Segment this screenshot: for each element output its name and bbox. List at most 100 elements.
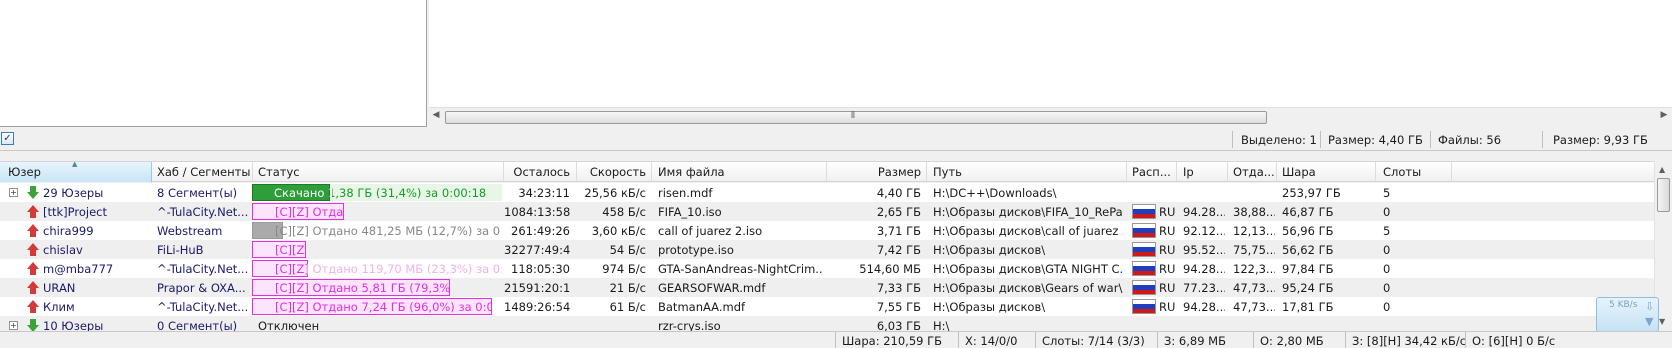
- given: 12,13...: [1233, 224, 1275, 238]
- table-row[interactable]: [ttk]Project ^-TulaCity.Net... [C][Z] От…: [0, 202, 1654, 221]
- scrollbar-thumb[interactable]: ⦀: [445, 111, 1267, 124]
- remaining: 1084:13:58: [504, 205, 570, 219]
- scroll-down-icon[interactable]: ▼: [1659, 317, 1665, 326]
- col-size[interactable]: Размер: [827, 165, 921, 179]
- status-progress: [C][Z]: [252, 241, 502, 258]
- size: 3,71 ГБ: [876, 224, 921, 238]
- col-region[interactable]: Расп...: [1132, 165, 1171, 179]
- hub-name: Prapor & OXA...: [157, 281, 246, 295]
- share: 46,87 ГБ: [1282, 205, 1334, 219]
- hub-name: ^-TulaCity.Net...: [157, 262, 249, 276]
- download-arrow-icon: [27, 319, 39, 331]
- hub-name: FiLi-HuB: [157, 243, 204, 257]
- status-text-on-bar: Скачано 1,38 ГБ (31,4%) за 0:00:18: [274, 186, 332, 200]
- table-row[interactable]: chira999 Webstream [C][Z] Отдано 481,25 …: [0, 221, 1654, 240]
- hub-name: Webstream: [157, 224, 223, 238]
- expand-icon[interactable]: +: [9, 321, 18, 330]
- ip: 94.28...: [1183, 205, 1225, 219]
- path: H:\Образы дисков\: [933, 243, 1046, 257]
- download-arrow-icon: [27, 186, 39, 199]
- scroll-up-icon[interactable]: ▲: [1659, 165, 1665, 174]
- share: 253,97 ГБ: [1282, 186, 1341, 200]
- user-name: 29 Юзеры: [43, 186, 104, 200]
- filename: FIFA_10.iso: [658, 205, 722, 219]
- share: 56,96 ГБ: [1282, 224, 1334, 238]
- slots: 0: [1383, 205, 1391, 219]
- share: 56,62 ГБ: [1282, 243, 1334, 257]
- chevron-down-icon[interactable]: ▼: [1645, 315, 1653, 328]
- remaining: 32277:49:42: [504, 243, 570, 257]
- vscroll-thumb[interactable]: [1657, 178, 1670, 212]
- file-count: Файлы: 56: [1438, 133, 1502, 147]
- share: 97,84 ГБ: [1282, 262, 1334, 276]
- share: 95,24 ГБ: [1282, 281, 1334, 295]
- given: 122,3...: [1233, 262, 1275, 276]
- download-speed: З: [8][Н] 34,42 кБ/с: [1352, 334, 1467, 348]
- region: RU: [1159, 281, 1176, 295]
- transfer-list[interactable]: + 29 Юзеры 8 Сегмент(ы) Скачано 1,38 ГБ …: [0, 183, 1654, 331]
- status-text-faded: [C][Z] Отдано 119,70 МБ (23,3%) за 0:03:…: [307, 262, 502, 276]
- speed-limit-label: 5 KB/s: [1609, 300, 1638, 310]
- col-remaining[interactable]: Осталось: [504, 165, 570, 179]
- col-share[interactable]: Шара: [1282, 165, 1316, 179]
- col-ip[interactable]: Ip: [1183, 165, 1194, 179]
- region: RU: [1159, 224, 1176, 238]
- user-name: chislav: [43, 243, 83, 257]
- status-text: Скачано 1,38 ГБ (31,4%) за 0:00:18: [332, 186, 487, 200]
- slots: 5: [1383, 186, 1391, 200]
- table-row[interactable]: chislav FiLi-HuB [C][Z] 32277:49:42 54 Б…: [0, 240, 1654, 259]
- russia-flag-icon: [1132, 261, 1156, 276]
- speed-limit-widget[interactable]: 5 KB/s ⇩ ▼: [1596, 297, 1659, 332]
- status-text: [C][Z] Отдано 119,70 МБ (23,3%) за 0:03:…: [275, 262, 307, 276]
- scroll-right-icon[interactable]: ▶: [1657, 110, 1671, 120]
- status-text: [C][Z]: [275, 243, 305, 257]
- upload-speed: О: [6][Н] 0 Б/с: [1472, 334, 1556, 348]
- speed: 25,56 кБ/с: [584, 186, 646, 200]
- table-row[interactable]: m@mba777 ^-TulaCity.Net... [C][Z] Отдано…: [0, 259, 1654, 278]
- status-text: [C][Z] Отдано 5,81 ГБ (79,3%) за 0: [275, 281, 449, 295]
- col-speed[interactable]: Скорость: [577, 165, 646, 179]
- hubs-count: Х: 14/0/0: [965, 334, 1018, 348]
- col-given[interactable]: Отда...: [1233, 165, 1275, 179]
- given: 75,75...: [1233, 243, 1275, 257]
- filename: risen.mdf: [658, 186, 713, 200]
- size: 4,40 ГБ: [876, 186, 921, 200]
- col-user[interactable]: Юзер: [8, 165, 41, 179]
- col-filename[interactable]: Имя файла: [658, 165, 725, 179]
- hub-name: 8 Сегмент(ы): [157, 186, 238, 200]
- path: H:\Образы дисков\Gears of war\: [933, 281, 1123, 295]
- selected-size: Размер: 4,40 ГБ: [1328, 133, 1423, 147]
- main-statusbar: Шара: 210,59 ГБ Х: 14/0/0 Слоты: 7/14 (3…: [0, 331, 1672, 348]
- hub-name: ^-TulaCity.Net...: [157, 300, 249, 314]
- table-row[interactable]: Клим ^-TulaCity.Net... [C][Z] Отдано 7,2…: [0, 297, 1654, 316]
- table-row[interactable]: + 10 Юзеры 0 Сегмент(ы) Отключен rzr-cry…: [0, 316, 1654, 331]
- upload-arrow-icon: [27, 281, 39, 294]
- speed: 458 Б/с: [602, 205, 646, 219]
- slots: 5: [1383, 224, 1391, 238]
- path: H:\DC++\Downloads\: [933, 186, 1057, 200]
- horizontal-scrollbar[interactable]: ◀ ⦀ ▶: [429, 107, 1672, 126]
- col-status[interactable]: Статус: [258, 165, 300, 179]
- sort-ascending-icon: ▲: [72, 160, 78, 168]
- download-limit-icon[interactable]: ⇩: [1645, 300, 1654, 313]
- table-row[interactable]: + 29 Юзеры 8 Сегмент(ы) Скачано 1,38 ГБ …: [0, 183, 1654, 202]
- speed: 61 Б/с: [609, 300, 646, 314]
- path: H:\Образы дисков\FIFA_10_RePa...: [933, 205, 1123, 219]
- ip: 94.28...: [1183, 300, 1225, 314]
- expand-icon[interactable]: +: [9, 188, 18, 197]
- filename: GEARSOFWAR.mdf: [658, 281, 766, 295]
- upload-arrow-icon: [27, 224, 39, 237]
- col-path[interactable]: Путь: [933, 165, 962, 179]
- col-slots[interactable]: Слоты: [1383, 165, 1421, 179]
- table-row[interactable]: URAN Prapor & OXA... [C][Z] Отдано 5,81 …: [0, 278, 1654, 297]
- user-name: [ttk]Project: [43, 205, 107, 219]
- status-progress: [C][Z] Отдано 119,70 МБ (23,3%) за 0:03:…: [252, 260, 502, 277]
- scroll-left-icon[interactable]: ◀: [429, 110, 443, 120]
- transfer-list-header: ▲ Юзер Хаб / Сегменты Статус Осталось Ск…: [0, 160, 1672, 182]
- downloaded-total: З: 6,89 МБ: [1164, 334, 1226, 348]
- filter-checkbox[interactable]: ✓: [1, 132, 14, 145]
- size: 2,65 ГБ: [876, 205, 921, 219]
- slots: 0: [1383, 243, 1391, 257]
- col-hub[interactable]: Хаб / Сегменты: [157, 165, 250, 179]
- path: H:\Образы дисков\: [933, 300, 1046, 314]
